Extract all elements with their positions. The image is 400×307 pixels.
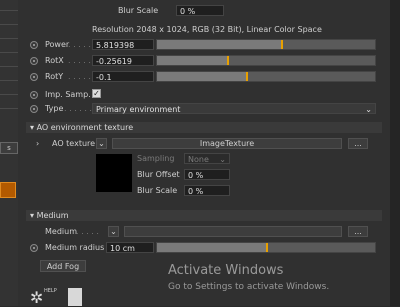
param-value-field[interactable]: 5.819398 [92, 39, 154, 50]
ao-section-header[interactable]: ▾ AO environment texture [26, 122, 382, 133]
imp-samp-label: Imp. Samp. [45, 90, 91, 99]
image-texture-button[interactable]: ImageTexture [112, 138, 342, 149]
sun-icon[interactable]: ✲ [30, 290, 46, 306]
slider-handle[interactable] [246, 72, 249, 81]
slider-fill [157, 40, 282, 49]
sampling-value: None [188, 155, 209, 164]
left-strip-button[interactable]: s [0, 142, 18, 154]
blur-offset-label: Blur Offset [137, 170, 180, 179]
ao-texture-menu-button[interactable]: ⌄ [96, 138, 107, 149]
activate-windows-title: Activate Windows [168, 263, 284, 278]
param-label: Power [45, 40, 70, 49]
document-icon[interactable] [68, 288, 82, 306]
medium-dots: . . . . . [76, 227, 99, 236]
param-value-field[interactable]: -0.1 [92, 71, 154, 82]
slider-handle[interactable] [281, 40, 284, 49]
param-keyframe-dot[interactable] [30, 57, 38, 65]
imp-samp-keyframe-dot[interactable] [30, 91, 38, 99]
collapse-triangle-icon: ▾ [30, 123, 35, 132]
type-dropdown-value: Primary environment [96, 105, 181, 114]
sampling-dropdown[interactable]: None ⌄ [184, 153, 230, 164]
param-value-field[interactable]: -0.25619 [92, 55, 154, 66]
ao-texture-options-button[interactable]: ... [348, 138, 368, 149]
medium-link-field[interactable] [124, 226, 342, 237]
ao-texture-label: AO texture [52, 139, 96, 148]
sampling-label: Sampling [137, 154, 175, 163]
film-icon[interactable] [0, 182, 16, 198]
activate-windows-subtitle: Go to Settings to activate Windows. [168, 282, 330, 292]
medium-section-title: Medium [36, 211, 69, 220]
medium-label: Medium [45, 227, 77, 236]
param-keyframe-dot[interactable] [30, 73, 38, 81]
param-keyframe-dot[interactable] [30, 41, 38, 49]
medium-menu-button[interactable]: ⌄ [108, 226, 119, 237]
medium-radius-label: Medium radius [45, 243, 105, 252]
param-slider[interactable] [156, 55, 376, 66]
expand-arrow-icon[interactable]: › [36, 139, 39, 148]
add-fog-button[interactable]: Add Fog [40, 260, 86, 272]
resolution-text: Resolution 2048 x 1024, RGB (32 Bit), Li… [92, 25, 322, 34]
medium-radius-field[interactable]: 10 cm [106, 242, 154, 253]
slider-handle[interactable] [226, 56, 229, 65]
left-panel-strip: s [0, 0, 18, 306]
ao-section-title: AO environment texture [36, 123, 134, 132]
medium-section-header[interactable]: ▾ Medium [26, 210, 382, 221]
slider-fill [157, 72, 247, 81]
param-slider[interactable] [156, 39, 376, 50]
slider-handle[interactable] [266, 243, 268, 252]
blur-offset-field[interactable]: 0 % [184, 169, 230, 180]
param-label: RotX [45, 56, 64, 65]
top-blur-scale-field[interactable]: 0 % [176, 5, 224, 16]
slider-fill [157, 243, 266, 252]
param-slider[interactable] [156, 71, 376, 82]
collapse-triangle-icon: ▾ [30, 211, 35, 220]
blur-scale-label: Blur Scale [137, 186, 178, 195]
medium-options-button[interactable]: ... [348, 226, 368, 237]
chevron-down-icon: ⌄ [365, 105, 372, 114]
type-dropdown[interactable]: Primary environment ⌄ [92, 103, 376, 114]
param-dots: . . . . . [68, 40, 91, 49]
blur-scale-field[interactable]: 0 % [184, 185, 230, 196]
slider-fill [157, 56, 227, 65]
param-label: RotY [45, 72, 64, 81]
medium-radius-keyframe-dot[interactable] [30, 244, 38, 252]
scrollbar[interactable] [390, 0, 400, 306]
type-label: Type [45, 104, 64, 113]
imp-samp-checkbox[interactable]: ✓ [92, 89, 101, 98]
texture-preview [96, 154, 132, 192]
top-blur-scale-label: Blur Scale [118, 6, 159, 15]
type-keyframe-dot[interactable] [30, 105, 38, 113]
chevron-down-icon: ⌄ [219, 155, 226, 164]
medium-radius-slider[interactable] [156, 242, 376, 253]
